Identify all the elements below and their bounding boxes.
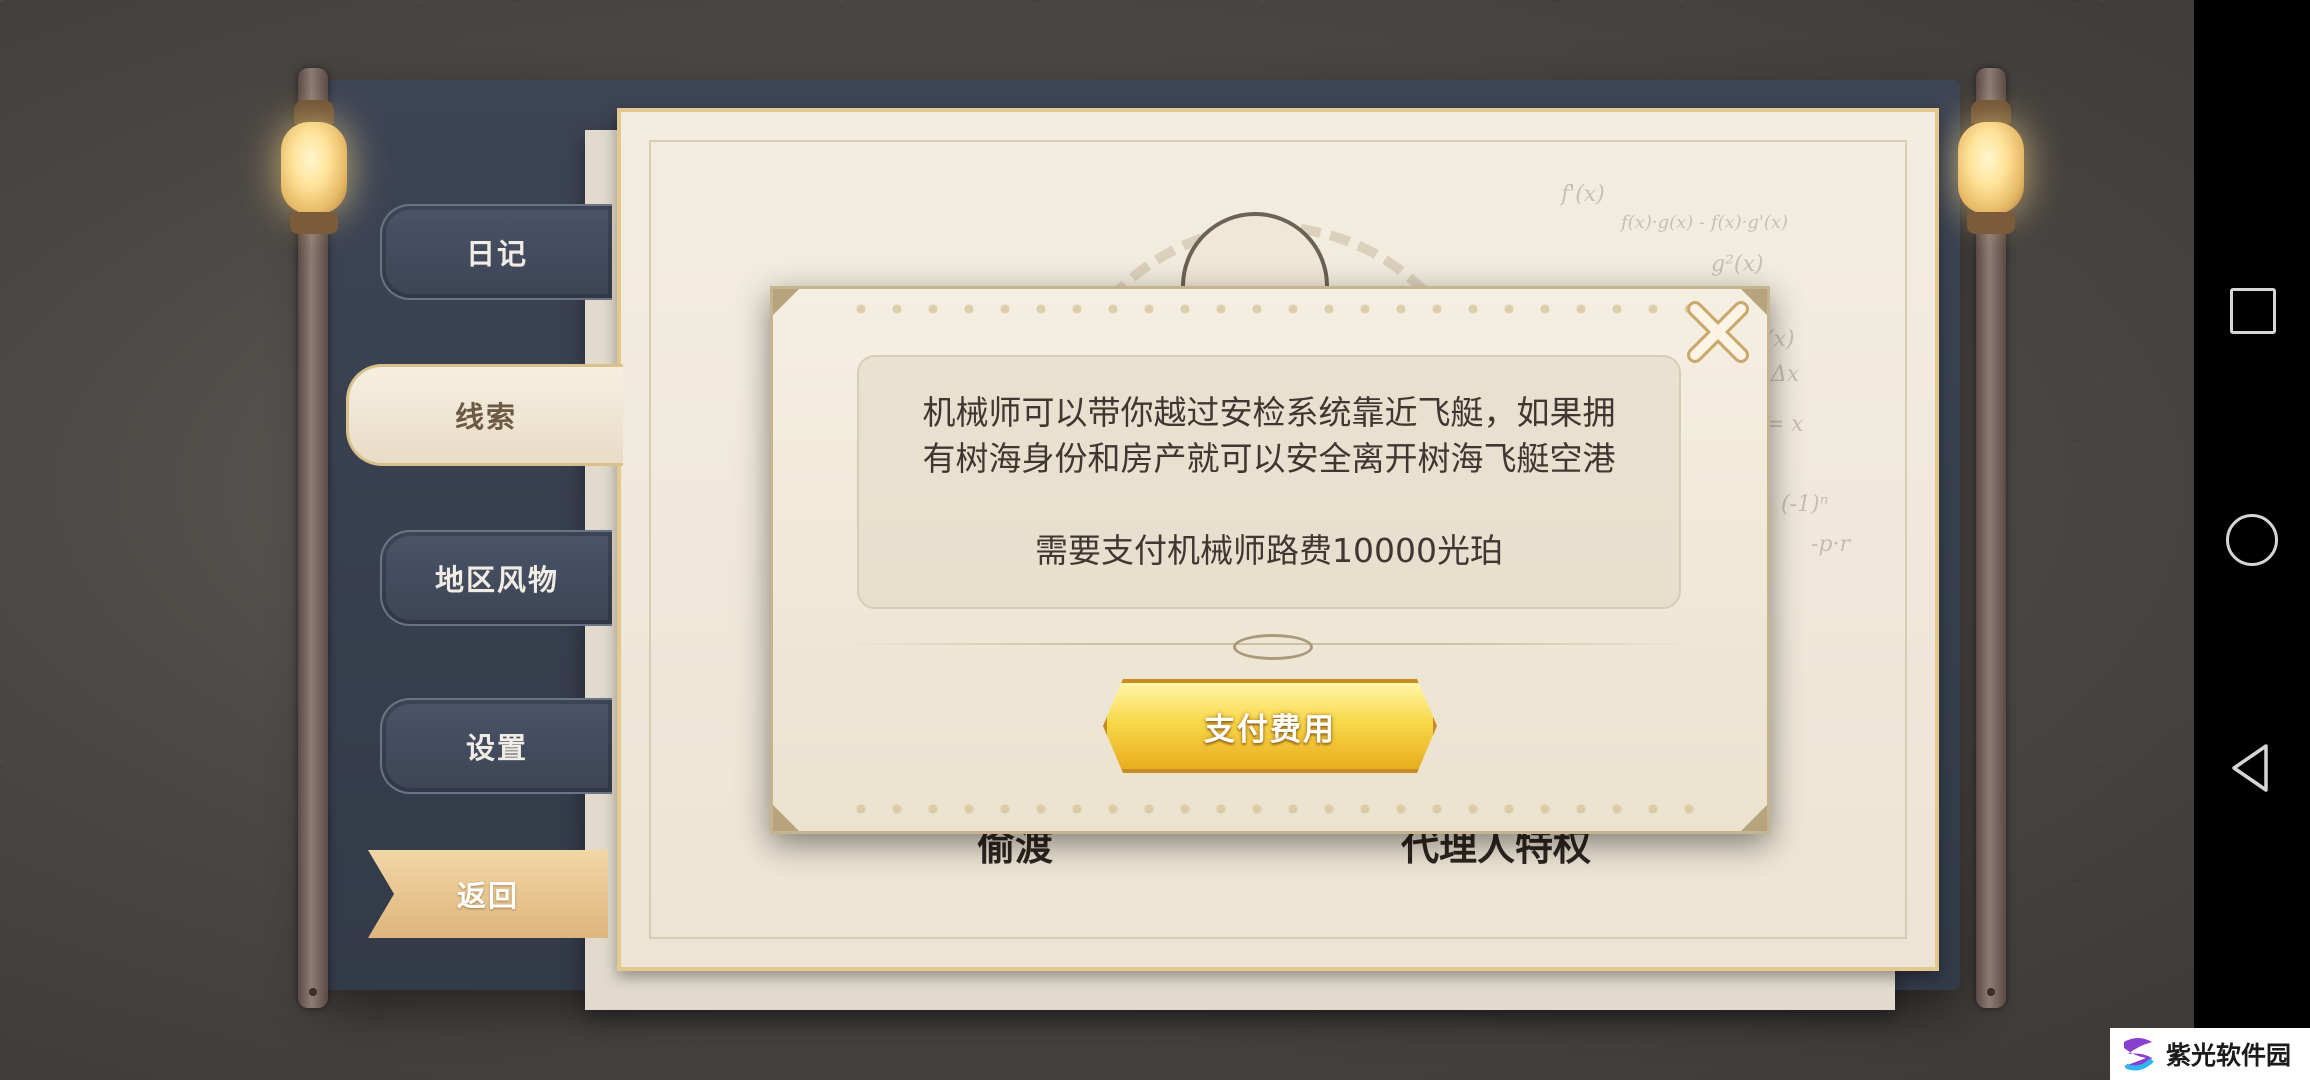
formula-text: g²(x) (1711, 252, 1764, 277)
tab-clues[interactable]: 线索 (346, 364, 623, 466)
close-icon[interactable] (1683, 297, 1753, 367)
recent-apps-icon[interactable] (2230, 288, 2276, 334)
formula-text: -p·r (1811, 532, 1851, 557)
home-icon[interactable] (2226, 514, 2278, 566)
formula-text: (-1)ⁿ (1781, 492, 1829, 517)
dialog-ornament (843, 799, 1697, 819)
message-line: 有树海身份和房产就可以安全离开树海飞艇空港 (922, 439, 1616, 478)
back-button[interactable]: 返回 (368, 850, 608, 938)
cost-text: 需要支付机械师路费10000光珀 (1035, 531, 1503, 570)
lantern-icon (1954, 100, 2028, 240)
watermark-text: 紫光软件园 (2166, 1041, 2292, 1070)
divider-ornament (1233, 634, 1313, 660)
formula-text: Δx (1771, 362, 1800, 387)
lantern-icon (277, 100, 351, 240)
formula-text: f(x)·g(x) - f(x)·g'(x) (1621, 212, 1789, 233)
watermark: 紫光软件园 (2110, 1028, 2310, 1080)
dialog-ornament (843, 299, 1697, 319)
formula-text: f'(x) (1561, 182, 1605, 207)
dialog-corner (773, 805, 799, 831)
tab-diary[interactable]: 日记 (380, 204, 612, 300)
back-triangle-icon[interactable] (2228, 742, 2272, 794)
system-navigation-bar (2194, 0, 2310, 1080)
dialog-corner (773, 289, 799, 315)
dialog-corner (1741, 805, 1767, 831)
tab-settings[interactable]: 设置 (380, 698, 612, 794)
pole-rivet (309, 988, 317, 996)
pay-fee-button[interactable]: 支付费用 (1103, 679, 1437, 773)
dialog-message: 机械师可以带你越过安检系统靠近飞艇，如果拥 有树海身份和房产就可以安全离开树海飞… (857, 355, 1681, 609)
message-line: 机械师可以带你越过安检系统靠近飞艇，如果拥 (922, 393, 1616, 432)
payment-dialog: 机械师可以带你越过安检系统靠近飞艇，如果拥 有树海身份和房产就可以安全离开树海飞… (770, 286, 1770, 834)
tab-regional-customs[interactable]: 地区风物 (380, 530, 612, 626)
pole-rivet (1987, 988, 1995, 996)
watermark-logo-icon (2124, 1038, 2154, 1071)
